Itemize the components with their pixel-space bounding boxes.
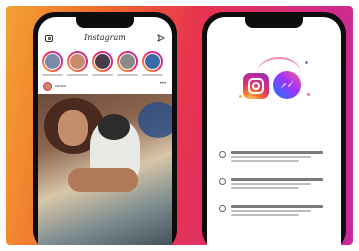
settings-icon <box>219 205 226 212</box>
phone-notch <box>76 17 134 28</box>
post-avatar[interactable] <box>43 82 52 91</box>
story-avatar[interactable] <box>42 51 63 72</box>
phone-screen <box>207 17 341 245</box>
app-title: Instagram <box>84 33 126 42</box>
phone-screen: Instagram •••••••• ••• <box>38 17 172 245</box>
chat-icon <box>219 151 226 158</box>
promo-banner: Instagram •••••••• ••• <box>6 6 353 245</box>
messenger-logo-icon <box>273 71 301 99</box>
reply-icon <box>219 178 226 185</box>
story-avatar[interactable] <box>92 51 113 72</box>
direct-message-icon[interactable] <box>157 34 165 42</box>
post-photo[interactable] <box>38 94 172 245</box>
story-avatar[interactable] <box>67 51 88 72</box>
phone-instagram-feed: Instagram •••••••• ••• <box>33 12 177 245</box>
instagram-logo-icon <box>243 73 269 99</box>
app-header: Instagram <box>38 31 172 47</box>
more-options-icon[interactable]: ••• <box>160 81 166 87</box>
stories-tray <box>42 51 163 72</box>
app-logos <box>235 57 315 103</box>
feature-item <box>219 204 329 220</box>
post-header: •••••••• ••• <box>38 80 172 93</box>
story-avatar[interactable] <box>142 51 163 72</box>
post-username[interactable]: •••••••• <box>55 83 66 88</box>
story-labels <box>42 74 163 76</box>
phone-notch <box>245 17 303 28</box>
phone-messenger-intro <box>202 12 346 245</box>
feature-item <box>219 150 329 166</box>
story-avatar[interactable] <box>117 51 138 72</box>
feature-item <box>219 177 329 193</box>
